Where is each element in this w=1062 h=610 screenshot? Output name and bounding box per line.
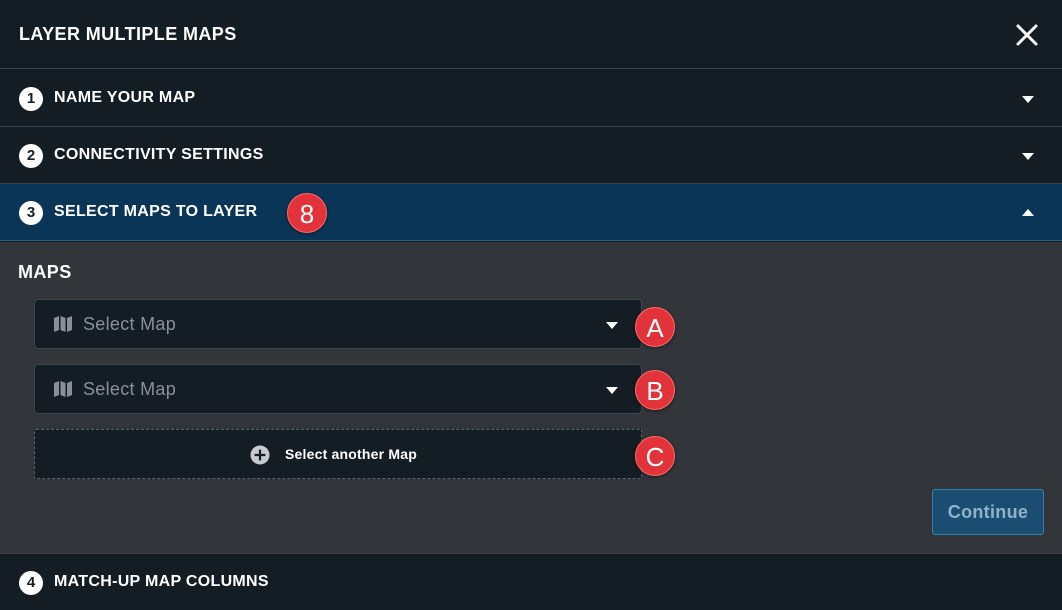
modal-header: LAYER MULTIPLE MAPS bbox=[0, 0, 1062, 69]
select-another-map-label: Select another Map bbox=[285, 446, 417, 462]
callout-badge-c: C bbox=[635, 436, 675, 476]
step-number: 1 bbox=[19, 87, 43, 111]
select-placeholder: Select Map bbox=[83, 379, 177, 399]
step-number: 4 bbox=[19, 571, 43, 595]
step-select-maps-to-layer[interactable]: 3 SELECT MAPS TO LAYER bbox=[0, 184, 1062, 241]
map-icon bbox=[54, 381, 72, 397]
map-select-a[interactable]: Select Map bbox=[34, 299, 642, 349]
select-placeholder: Select Map bbox=[83, 314, 177, 334]
close-button[interactable] bbox=[1012, 20, 1042, 50]
close-icon bbox=[1016, 24, 1038, 46]
step-number: 2 bbox=[19, 144, 43, 168]
select-maps-panel: MAPS Select Map Select Map Select anothe… bbox=[0, 242, 1062, 554]
map-icon bbox=[54, 316, 72, 332]
map-select-b[interactable]: Select Map bbox=[34, 364, 642, 414]
chevron-down-icon bbox=[606, 322, 618, 329]
step-label: MATCH-UP MAP COLUMNS bbox=[54, 573, 269, 590]
plus-circle-icon bbox=[250, 445, 270, 465]
step-label: NAME YOUR MAP bbox=[54, 89, 196, 106]
step-match-up-map-columns[interactable]: 4 MATCH-UP MAP COLUMNS bbox=[0, 555, 1062, 610]
step-connectivity-settings[interactable]: 2 CONNECTIVITY SETTINGS bbox=[0, 127, 1062, 184]
step-name-your-map[interactable]: 1 NAME YOUR MAP bbox=[0, 70, 1062, 127]
chevron-down-icon bbox=[606, 387, 618, 394]
select-another-map-button[interactable]: Select another Map bbox=[34, 429, 642, 479]
callout-badge-a: A bbox=[635, 307, 675, 347]
step-label: CONNECTIVITY SETTINGS bbox=[54, 146, 264, 163]
continue-button[interactable]: Continue bbox=[932, 489, 1044, 535]
maps-section-title: MAPS bbox=[18, 262, 72, 282]
modal-title: LAYER MULTIPLE MAPS bbox=[19, 24, 237, 44]
caret-down-icon bbox=[1022, 96, 1034, 103]
step-number: 3 bbox=[19, 201, 43, 225]
layer-multiple-maps-modal: LAYER MULTIPLE MAPS 1 NAME YOUR MAP 2 CO… bbox=[0, 0, 1062, 610]
callout-badge-b: B bbox=[635, 370, 675, 410]
step-label: SELECT MAPS TO LAYER bbox=[54, 203, 258, 220]
caret-down-icon bbox=[1022, 153, 1034, 160]
callout-badge-8: 8 bbox=[287, 193, 327, 233]
caret-up-icon bbox=[1022, 209, 1034, 216]
